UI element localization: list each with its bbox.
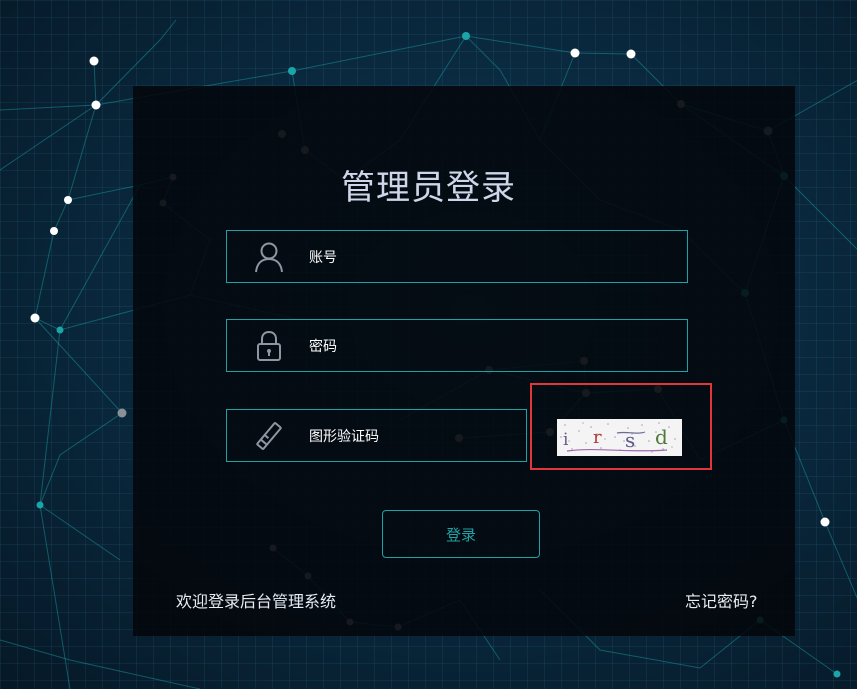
- captcha-char: i: [563, 430, 569, 450]
- captcha-image[interactable]: i r s d: [557, 419, 682, 456]
- username-input[interactable]: [307, 231, 671, 284]
- page-title: 管理员登录: [341, 168, 516, 208]
- captcha-char: s: [625, 428, 635, 452]
- lock-icon: [257, 330, 281, 361]
- user-icon: [255, 242, 283, 273]
- key-icon: [256, 422, 282, 450]
- captcha-char: d: [655, 425, 668, 449]
- welcome-text: 欢迎登录后台管理系统: [176, 592, 337, 611]
- password-field[interactable]: [226, 319, 688, 373]
- captcha-char: r: [593, 427, 602, 448]
- password-input[interactable]: [307, 320, 671, 373]
- login-button[interactable]: 登录: [382, 510, 540, 558]
- captcha-input[interactable]: [307, 410, 521, 463]
- captcha-field[interactable]: [226, 409, 527, 463]
- forgot-password-link[interactable]: 忘记密码?: [685, 588, 758, 612]
- username-field[interactable]: [226, 230, 688, 284]
